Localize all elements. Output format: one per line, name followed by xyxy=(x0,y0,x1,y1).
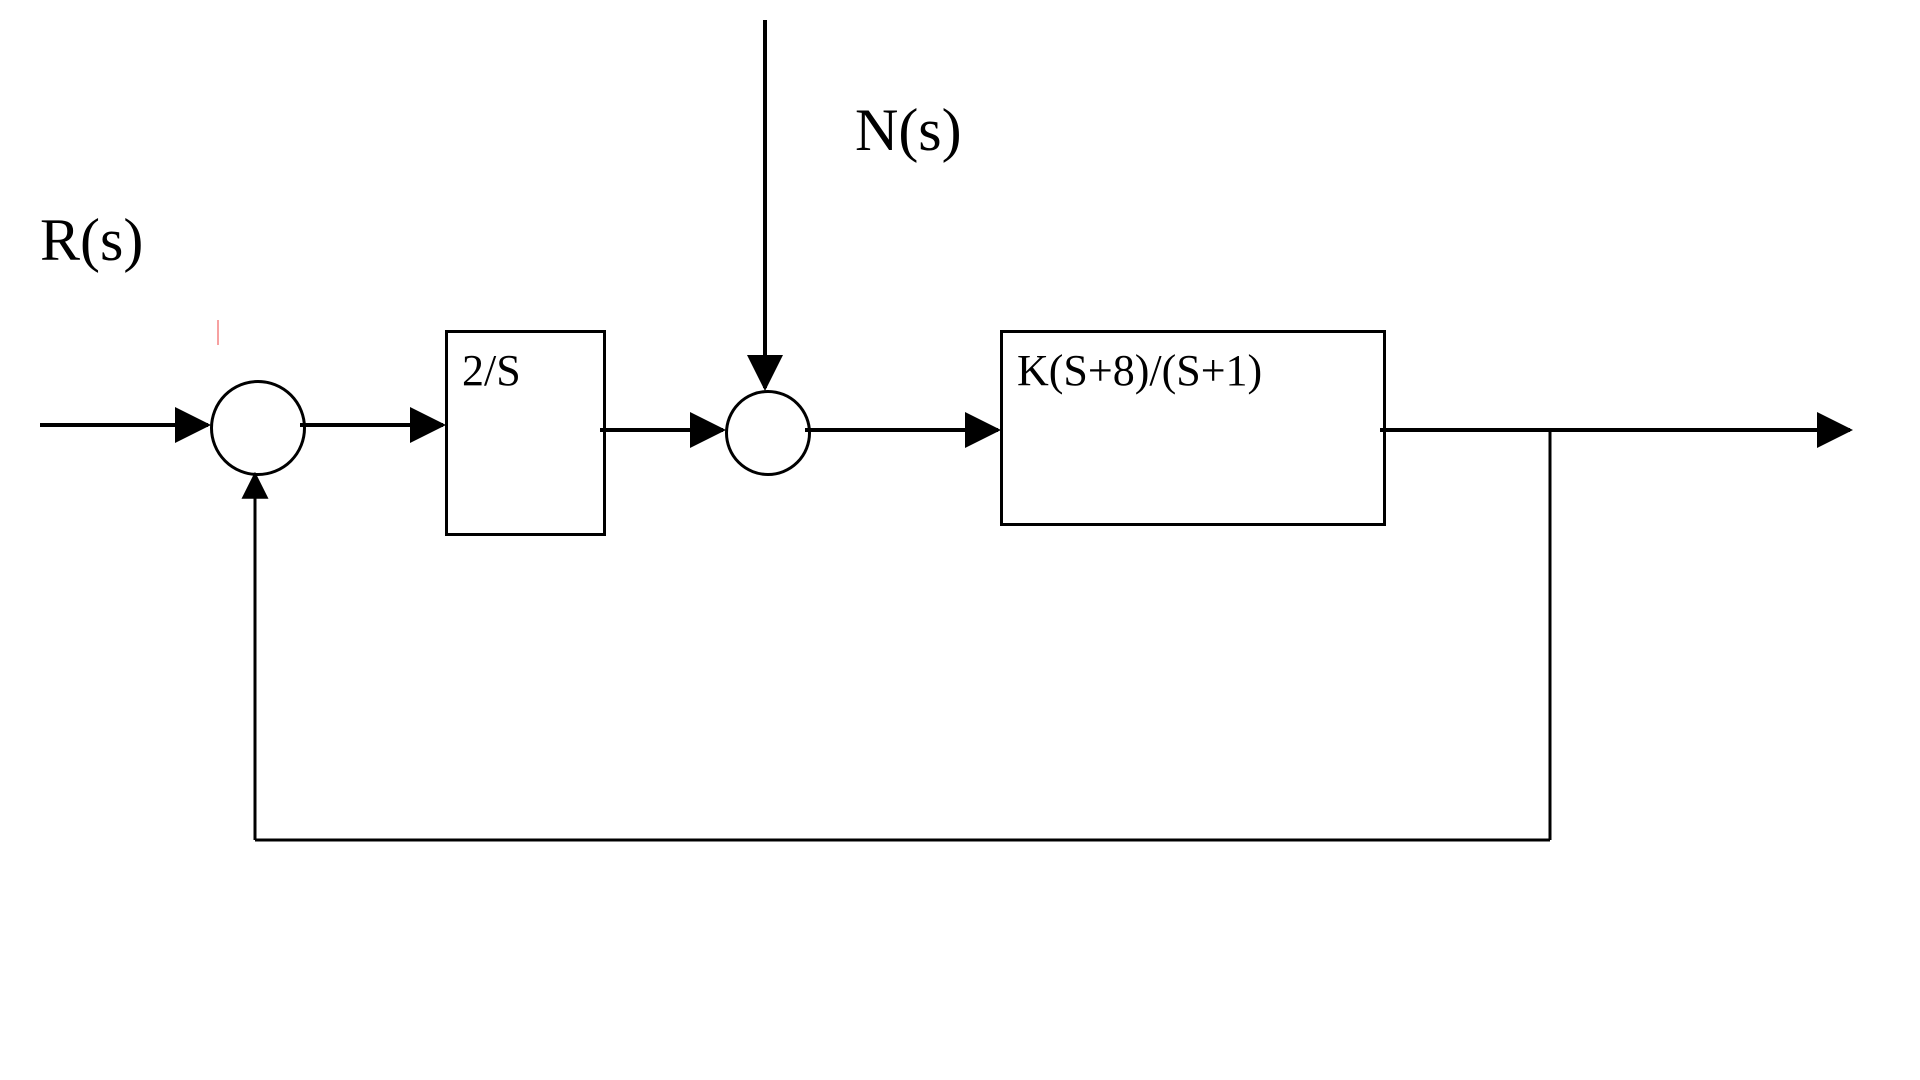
block-G1: 2/S xyxy=(445,330,606,536)
block-diagram: R(s) N(s) 2/S K(S+8)/(S+1) xyxy=(0,0,1920,1080)
block-G2-label: K(S+8)/(S+1) xyxy=(1003,333,1262,396)
block-G1-label: 2/S xyxy=(448,333,521,396)
summing-junction-2 xyxy=(725,390,811,476)
block-G2: K(S+8)/(S+1) xyxy=(1000,330,1386,526)
summing-junction-1 xyxy=(210,380,306,476)
label-disturbance-N: N(s) xyxy=(855,100,962,160)
label-input-R: R(s) xyxy=(40,210,143,270)
